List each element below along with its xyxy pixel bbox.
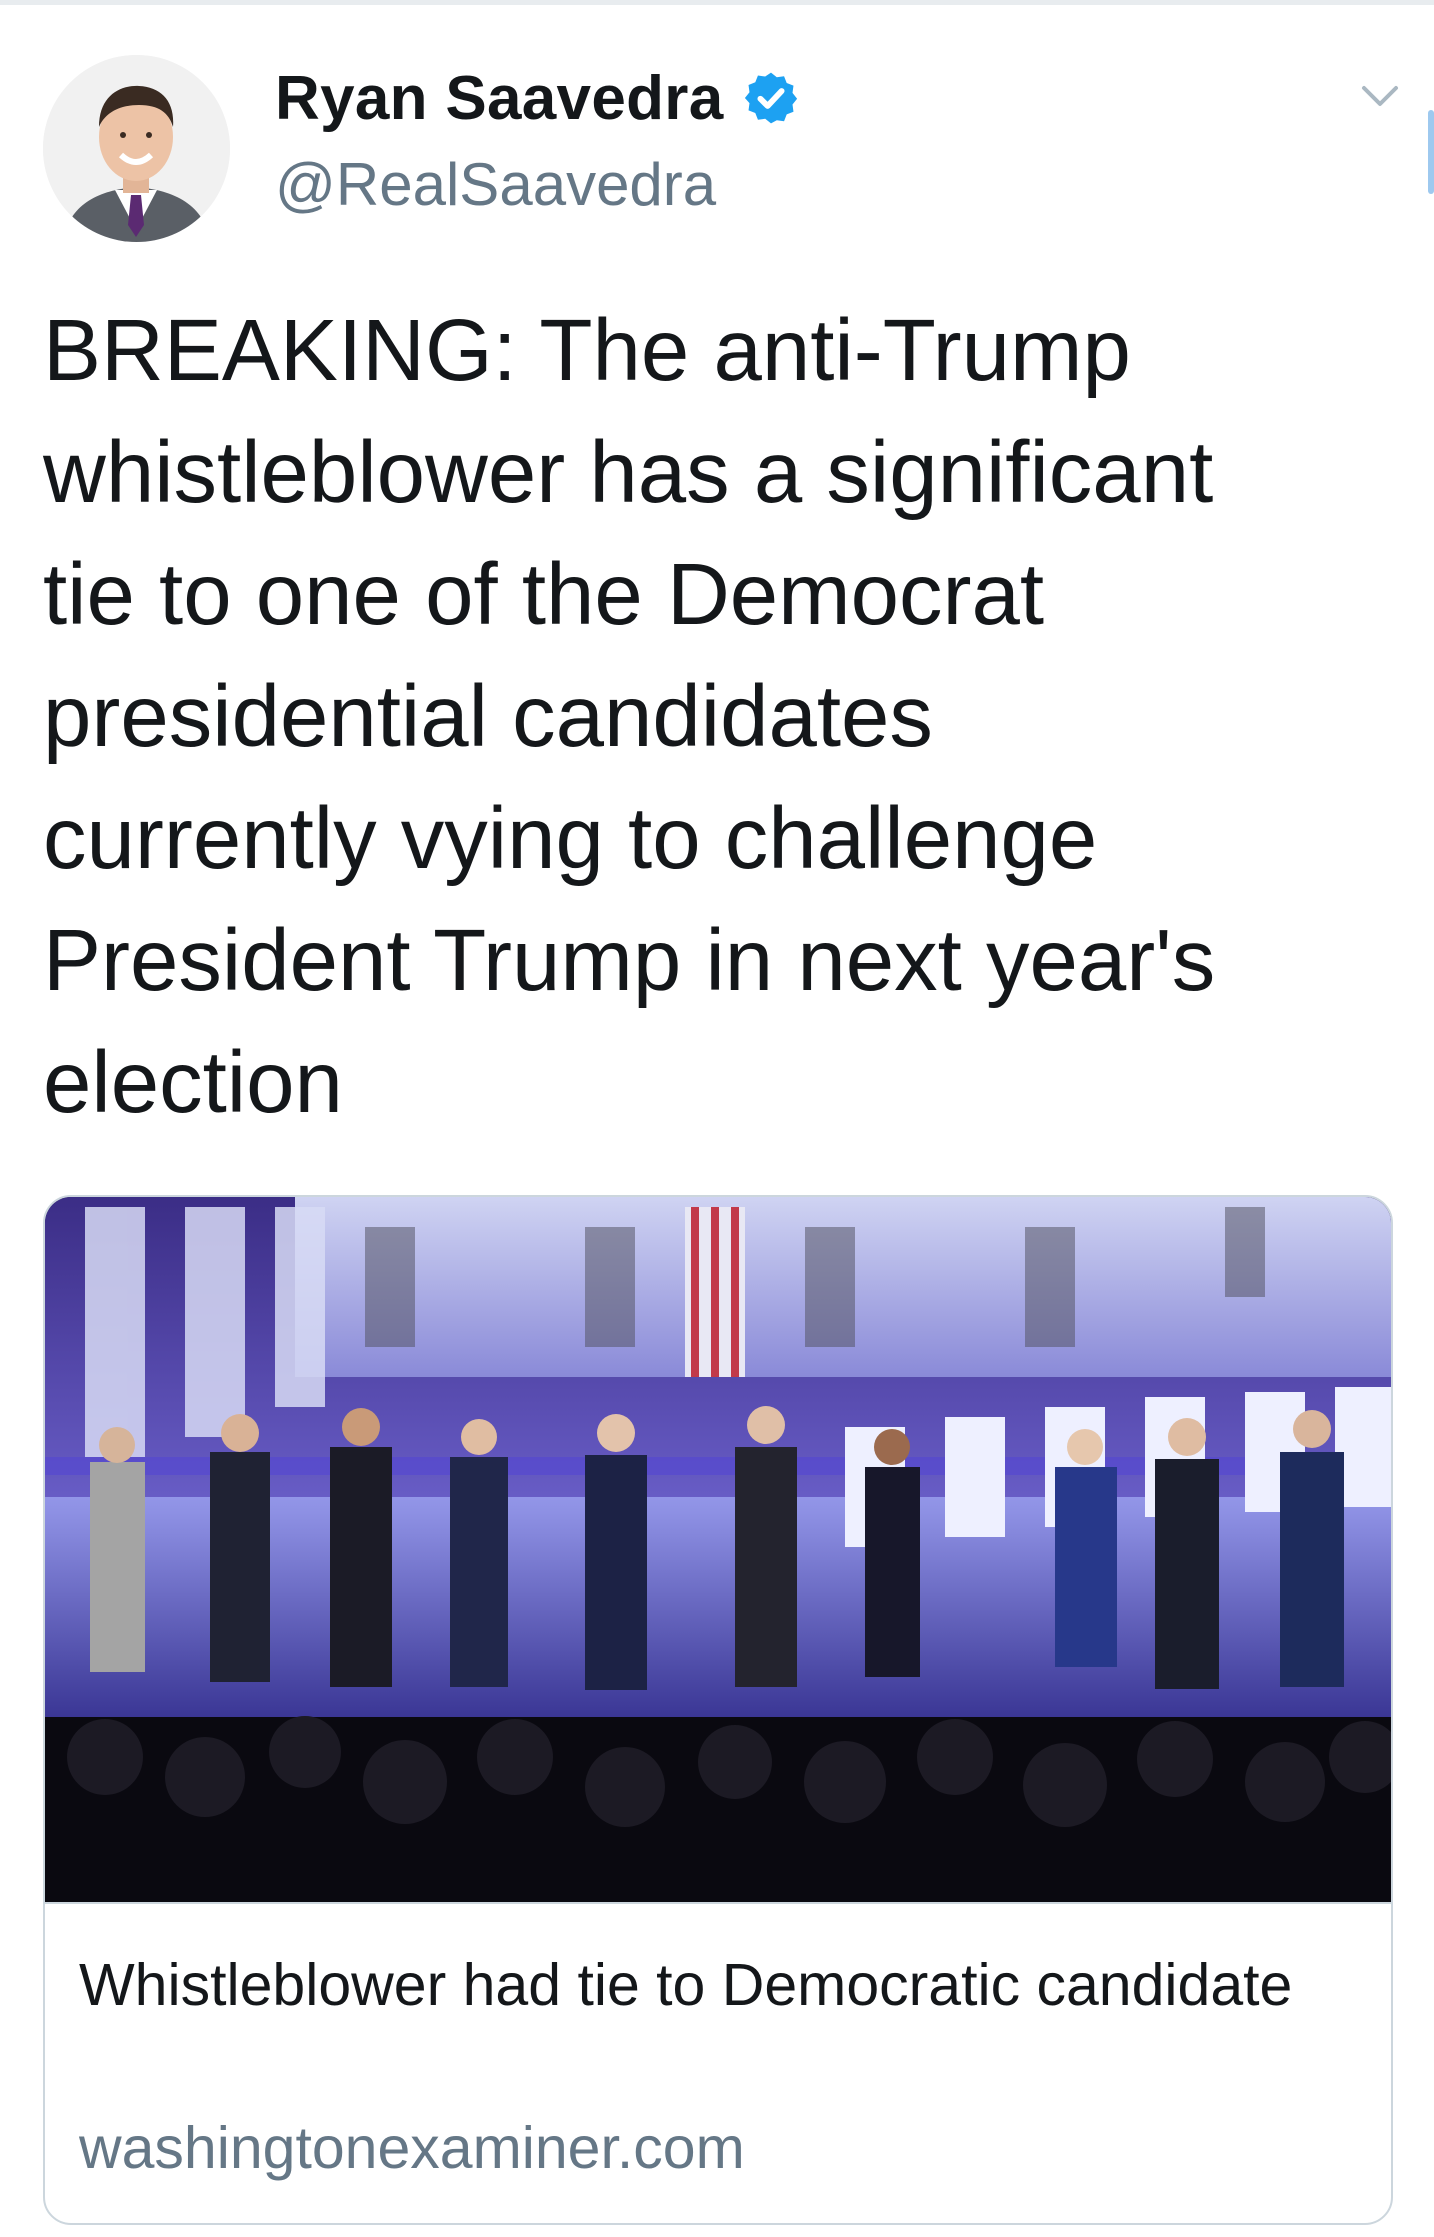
tweet-text: BREAKING: The anti-Trump whistleblower h…	[43, 302, 1216, 1131]
card-image[interactable]	[45, 1197, 1391, 1902]
profile-photo-icon	[43, 55, 230, 242]
tweet: Ryan Saavedra @RealSaavedra BREAKING: Th…	[0, 0, 1434, 2237]
author-name-row[interactable]: Ryan Saavedra	[275, 58, 800, 138]
chevron-down-icon[interactable]	[1360, 80, 1400, 114]
author-handle[interactable]: @RealSaavedra	[275, 150, 716, 219]
author-avatar[interactable]	[43, 55, 230, 242]
card-domain[interactable]: washingtonexaminer.com	[79, 2114, 745, 2182]
debate-stage-photo-icon	[45, 1197, 1391, 1902]
verified-badge-icon	[744, 72, 797, 124]
author-display-name[interactable]: Ryan Saavedra	[275, 63, 724, 134]
card-body[interactable]: Whistleblower had tie to Democratic cand…	[45, 1902, 1391, 2223]
card-title[interactable]: Whistleblower had tie to Democratic cand…	[79, 1942, 1349, 2028]
link-card[interactable]: Whistleblower had tie to Democratic cand…	[43, 1195, 1393, 2225]
